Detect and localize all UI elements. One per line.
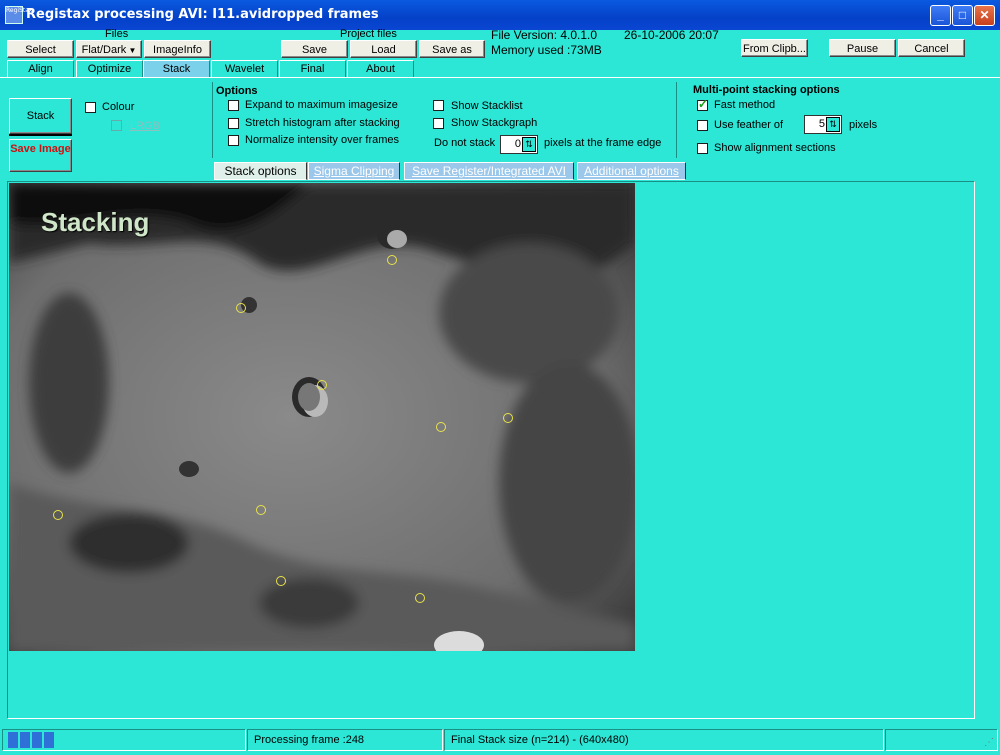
memory-used: Memory used :73MB <box>491 43 602 57</box>
stack-underline <box>9 134 72 136</box>
processing-frame-status: Processing frame :248 <box>247 729 443 751</box>
imageinfo-button[interactable]: ImageInfo <box>144 40 211 58</box>
show-stackgraph-checkbox[interactable] <box>433 118 444 129</box>
progress-bar <box>2 729 246 751</box>
resize-grip-icon[interactable]: ⋰ <box>984 738 996 750</box>
files-group-label: Files <box>105 28 129 40</box>
show-alignment-label: Show alignment sections <box>714 142 836 154</box>
subtab-save-register[interactable]: Save Register/Integrated AVI <box>404 162 574 180</box>
file-version: File Version: 4.0.1.0 <box>491 28 598 42</box>
normalize-checkbox[interactable] <box>228 135 239 146</box>
edge-pixels-spinner[interactable]: 0 ⇅ <box>500 135 538 154</box>
show-stacklist-checkbox[interactable] <box>433 100 444 111</box>
expand-label: Expand to maximum imagesize <box>245 99 398 111</box>
edge-pixels-value: 0 <box>514 138 521 150</box>
fast-method-checkbox[interactable]: ✓ <box>697 97 709 111</box>
alignment-point <box>317 380 327 390</box>
spinner-arrows-icon[interactable]: ⇅ <box>522 137 536 152</box>
title-bar: RegiStax Registax processing AVI: I11.av… <box>0 0 1000 30</box>
pause-button[interactable]: Pause <box>829 39 896 57</box>
minimize-button[interactable]: _ <box>930 5 951 26</box>
alignment-point <box>415 593 425 603</box>
alignment-point <box>436 422 446 432</box>
app-icon: RegiStax <box>5 6 32 24</box>
colour-label: Colour <box>102 101 135 113</box>
feather-value: 5 <box>818 118 825 130</box>
colour-checkbox[interactable] <box>85 102 96 113</box>
feather-spinner[interactable]: 5 ⇅ <box>804 115 842 134</box>
tab-wavelet[interactable]: Wavelet <box>211 60 278 77</box>
alignment-point <box>236 303 246 313</box>
show-alignment-checkbox[interactable] <box>697 143 708 154</box>
spinner-arrows-icon[interactable]: ⇅ <box>826 117 840 132</box>
expand-checkbox[interactable] <box>228 100 239 111</box>
subtab-additional-options[interactable]: Additional options <box>577 162 686 180</box>
alignment-point <box>53 510 63 520</box>
progress-block <box>44 732 54 748</box>
fast-method-label: Fast method <box>714 99 776 111</box>
feather-pixels-label: pixels <box>849 119 878 131</box>
tab-optimize[interactable]: Optimize <box>76 60 143 77</box>
tab-divider <box>0 77 1000 78</box>
lrgb-checkbox[interactable] <box>111 120 122 131</box>
options-divider <box>676 82 677 158</box>
datetime: 26-10-2006 20:07 <box>624 28 719 42</box>
flat-dark-label: Flat/Dark <box>81 44 127 56</box>
alignment-point <box>387 255 397 265</box>
stretch-checkbox[interactable] <box>228 118 239 129</box>
maximize-button[interactable]: □ <box>952 5 973 26</box>
pixels-edge-label: pixels at the frame edge <box>544 137 662 149</box>
select-button[interactable]: Select <box>7 40 74 58</box>
use-feather-checkbox[interactable] <box>697 120 708 131</box>
panel-divider <box>212 82 213 158</box>
subtab-sigma-clipping[interactable]: Sigma Clipping <box>308 162 400 180</box>
status-cell-empty <box>885 729 998 751</box>
moon-surface-illustration <box>9 183 635 651</box>
tab-align[interactable]: Align <box>7 60 74 77</box>
window-title: Registax processing AVI: I11.avidropped … <box>26 7 379 22</box>
tab-about[interactable]: About <box>347 60 414 77</box>
progress-block <box>20 732 30 748</box>
normalize-label: Normalize intensity over frames <box>245 134 400 146</box>
cancel-button[interactable]: Cancel <box>898 39 965 57</box>
project-files-group-label: Project files <box>340 28 397 40</box>
flat-dark-dropdown[interactable]: Flat/Dark ▼ <box>76 40 142 58</box>
project-save-button[interactable]: Save <box>281 40 348 58</box>
progress-block <box>32 732 42 748</box>
from-clipboard-button[interactable]: From Clipb... <box>741 39 808 57</box>
alignment-point <box>503 413 513 423</box>
do-not-stack-label: Do not stack <box>434 137 496 149</box>
stretch-label: Stretch histogram after stacking <box>245 117 400 129</box>
final-stack-status: Final Stack size (n=214) - (640x480) <box>444 729 884 751</box>
moon-image: Stacking <box>9 183 635 651</box>
checkmark-icon: ✓ <box>698 97 709 111</box>
progress-block <box>8 732 18 748</box>
show-stacklist-label: Show Stacklist <box>451 100 523 112</box>
save-image-button[interactable]: Save Image <box>9 139 72 172</box>
project-save-as-button[interactable]: Save as <box>419 40 485 58</box>
multipoint-heading: Multi-point stacking options <box>693 84 840 96</box>
lrgb-label: LRGB <box>130 120 160 132</box>
subtab-stack-options[interactable]: Stack options <box>214 162 307 180</box>
project-load-button[interactable]: Load <box>350 40 417 58</box>
stacking-overlay-text: Stacking <box>41 207 150 237</box>
use-feather-label: Use feather of <box>714 119 784 131</box>
alignment-point <box>276 576 286 586</box>
tab-final[interactable]: Final <box>279 60 346 77</box>
show-stackgraph-label: Show Stackgraph <box>451 117 538 129</box>
alignment-point <box>256 505 266 515</box>
stack-button[interactable]: Stack <box>9 98 72 134</box>
dropdown-arrow-icon: ▼ <box>126 46 137 55</box>
tab-stack[interactable]: Stack <box>143 60 210 77</box>
options-heading: Options <box>216 85 258 97</box>
close-button[interactable]: ✕ <box>974 5 995 26</box>
